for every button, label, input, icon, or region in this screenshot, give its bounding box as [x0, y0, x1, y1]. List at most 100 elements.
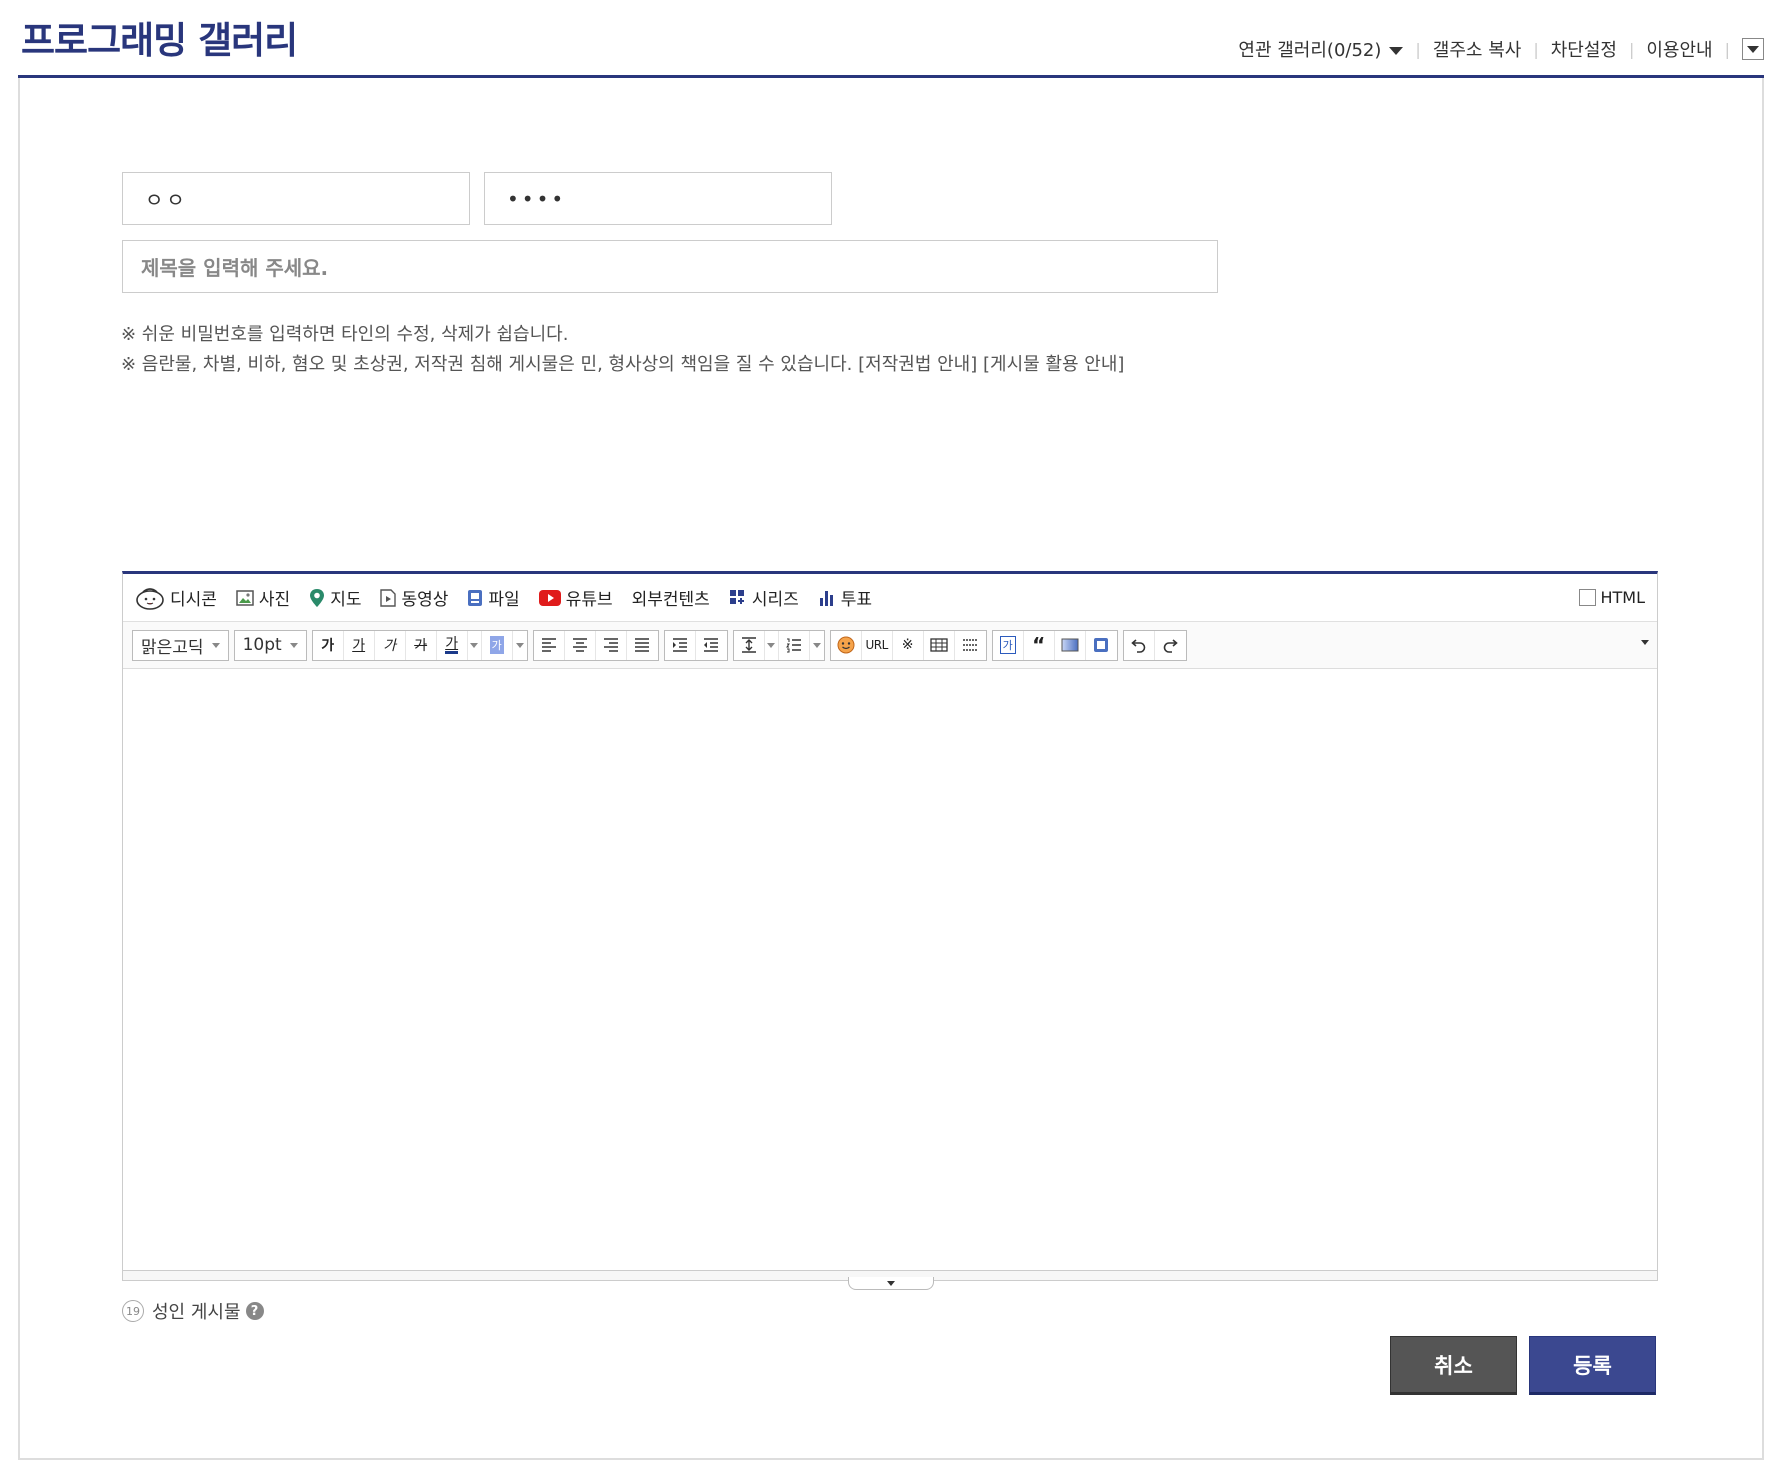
map-label: 지도 [330, 590, 362, 610]
align-center-button[interactable] [565, 630, 596, 660]
html-checkbox[interactable] [1579, 589, 1597, 606]
background-button[interactable] [1055, 630, 1086, 660]
font-family-select[interactable]: 맑은고딕 [132, 629, 229, 661]
bold-icon: 가 [321, 638, 335, 654]
line-height-dropdown[interactable] [765, 630, 779, 660]
horizontal-rule-button[interactable] [955, 631, 986, 660]
chevron-down-icon [1641, 640, 1649, 645]
bg-color-button[interactable]: 가 [482, 630, 513, 660]
spacing-group [732, 629, 825, 661]
related-gallery-link[interactable]: 연관 갤러리(0/52) [1238, 36, 1404, 62]
align-group [532, 629, 659, 661]
external-content-button[interactable]: 외부컨텐츠 [632, 585, 710, 610]
template-icon [1094, 638, 1109, 652]
video-button[interactable]: 동영상 [380, 585, 448, 610]
list-button[interactable] [779, 630, 810, 660]
font-size-value: 10pt [242, 635, 282, 655]
poll-button[interactable]: 투표 [818, 585, 872, 610]
post-usage-guide-link[interactable]: [게시물 활용 안내] [983, 354, 1124, 375]
html-label: HTML [1600, 588, 1645, 607]
chevron-down-icon [289, 642, 298, 648]
copy-address-link[interactable]: 갤주소 복사 [1433, 36, 1522, 62]
indent-group [663, 629, 728, 661]
chevron-down-icon [1747, 45, 1759, 53]
youtube-button[interactable]: 유튜브 [538, 585, 613, 610]
line-height-button[interactable] [734, 630, 765, 660]
subject-input[interactable]: 제목을 입력해 주세요. [122, 240, 1218, 293]
password-value: •••• [507, 186, 567, 211]
file-icon [467, 589, 483, 607]
undo-button[interactable] [1124, 630, 1155, 660]
copyright-guide-link[interactable]: [저작권법 안내] [858, 354, 977, 375]
gallery-title[interactable]: 프로그래밍 갤러리 [21, 10, 298, 64]
submit-button[interactable]: 등록 [1529, 1336, 1656, 1395]
table-button[interactable] [924, 630, 955, 660]
series-label: 시리즈 [751, 590, 799, 610]
toolbar-expand-button[interactable] [1641, 640, 1649, 645]
font-color-button[interactable]: 가 [437, 630, 468, 660]
block-settings-link[interactable]: 차단설정 [1551, 36, 1617, 62]
photo-button[interactable]: 사진 [236, 585, 290, 610]
gallery-header: 프로그래밍 갤러리 연관 갤러리(0/52) | 갤주소 복사 | 차단설정 |… [18, 0, 1764, 78]
bold-button[interactable]: 가 [313, 630, 344, 660]
legal-notice-text: ※ 음란물, 차별, 비하, 혐오 및 초상권, 저작권 침해 게시물은 민, … [121, 354, 853, 375]
chevron-down-icon [767, 642, 776, 648]
quote-button[interactable]: “ [1024, 630, 1055, 660]
image-icon [236, 589, 254, 606]
emoticon-icon [837, 636, 855, 654]
font-color-dropdown[interactable] [468, 630, 482, 660]
align-center-icon [572, 638, 587, 652]
table-icon [930, 638, 948, 652]
indent-button[interactable] [665, 630, 696, 660]
dccon-button[interactable]: 디시콘 [135, 585, 217, 610]
editor-resize-handle[interactable] [848, 1277, 934, 1290]
align-left-button[interactable] [534, 630, 565, 660]
url-button[interactable]: URL [862, 630, 893, 660]
nickname-value: ㅇㅇ [145, 188, 188, 212]
more-menu-button[interactable] [1742, 38, 1764, 60]
bg-color-dropdown[interactable] [513, 631, 527, 660]
editor-content-area[interactable] [123, 669, 1657, 1270]
align-justify-button[interactable] [627, 631, 658, 660]
text-box-button[interactable]: 가 [993, 630, 1024, 660]
emoticon-button[interactable] [831, 630, 862, 660]
editor-resize-bar[interactable] [123, 1270, 1657, 1290]
strikethrough-button[interactable]: 가 [406, 630, 437, 660]
video-label: 동영상 [401, 590, 449, 610]
list-dropdown[interactable] [810, 631, 824, 660]
guide-link[interactable]: 이용안내 [1646, 36, 1712, 62]
redo-button[interactable] [1155, 631, 1186, 660]
related-gallery-label: 연관 갤러리(0/52) [1238, 40, 1382, 61]
external-content-label: 외부컨텐츠 [631, 590, 710, 610]
file-button[interactable]: 파일 [467, 585, 520, 610]
special-char-button[interactable]: ※ [893, 630, 924, 660]
file-label: 파일 [488, 590, 520, 610]
nickname-input[interactable]: ㅇㅇ [122, 172, 470, 225]
outdent-button[interactable] [696, 631, 727, 660]
underline-button[interactable]: 가 [344, 630, 375, 660]
chevron-down-icon [812, 642, 821, 648]
font-family-value: 맑은고딕 [141, 637, 204, 658]
cancel-button[interactable]: 취소 [1390, 1336, 1517, 1395]
format-toolbar: 맑은고딕 10pt 가 가 가 가 가 가 URL ※ 가 “ [123, 622, 1657, 669]
divider: | [1628, 39, 1635, 59]
top-links: 연관 갤러리(0/52) | 갤주소 복사 | 차단설정 | 이용안내 | [1238, 36, 1764, 62]
html-mode-toggle[interactable]: HTML [1579, 588, 1645, 607]
chevron-down-icon [211, 642, 220, 648]
chevron-down-icon [887, 1280, 895, 1286]
background-icon [1061, 638, 1079, 652]
help-icon[interactable]: ? [245, 1302, 264, 1320]
italic-button[interactable]: 가 [375, 630, 406, 660]
bar-chart-icon [818, 589, 836, 607]
font-size-select[interactable]: 10pt [233, 629, 307, 661]
adult-post-option[interactable]: 19 성인 게시물 ? [122, 1298, 264, 1324]
template-button[interactable] [1086, 631, 1117, 660]
align-right-button[interactable] [596, 630, 627, 660]
insert-group: URL ※ [829, 629, 987, 661]
quote-icon: “ [1032, 633, 1046, 657]
map-button[interactable]: 지도 [309, 585, 361, 610]
series-button[interactable]: 시리즈 [729, 585, 799, 610]
password-input[interactable]: •••• [484, 172, 832, 225]
adult-19-icon: 19 [122, 1300, 144, 1322]
align-justify-icon [635, 638, 650, 652]
